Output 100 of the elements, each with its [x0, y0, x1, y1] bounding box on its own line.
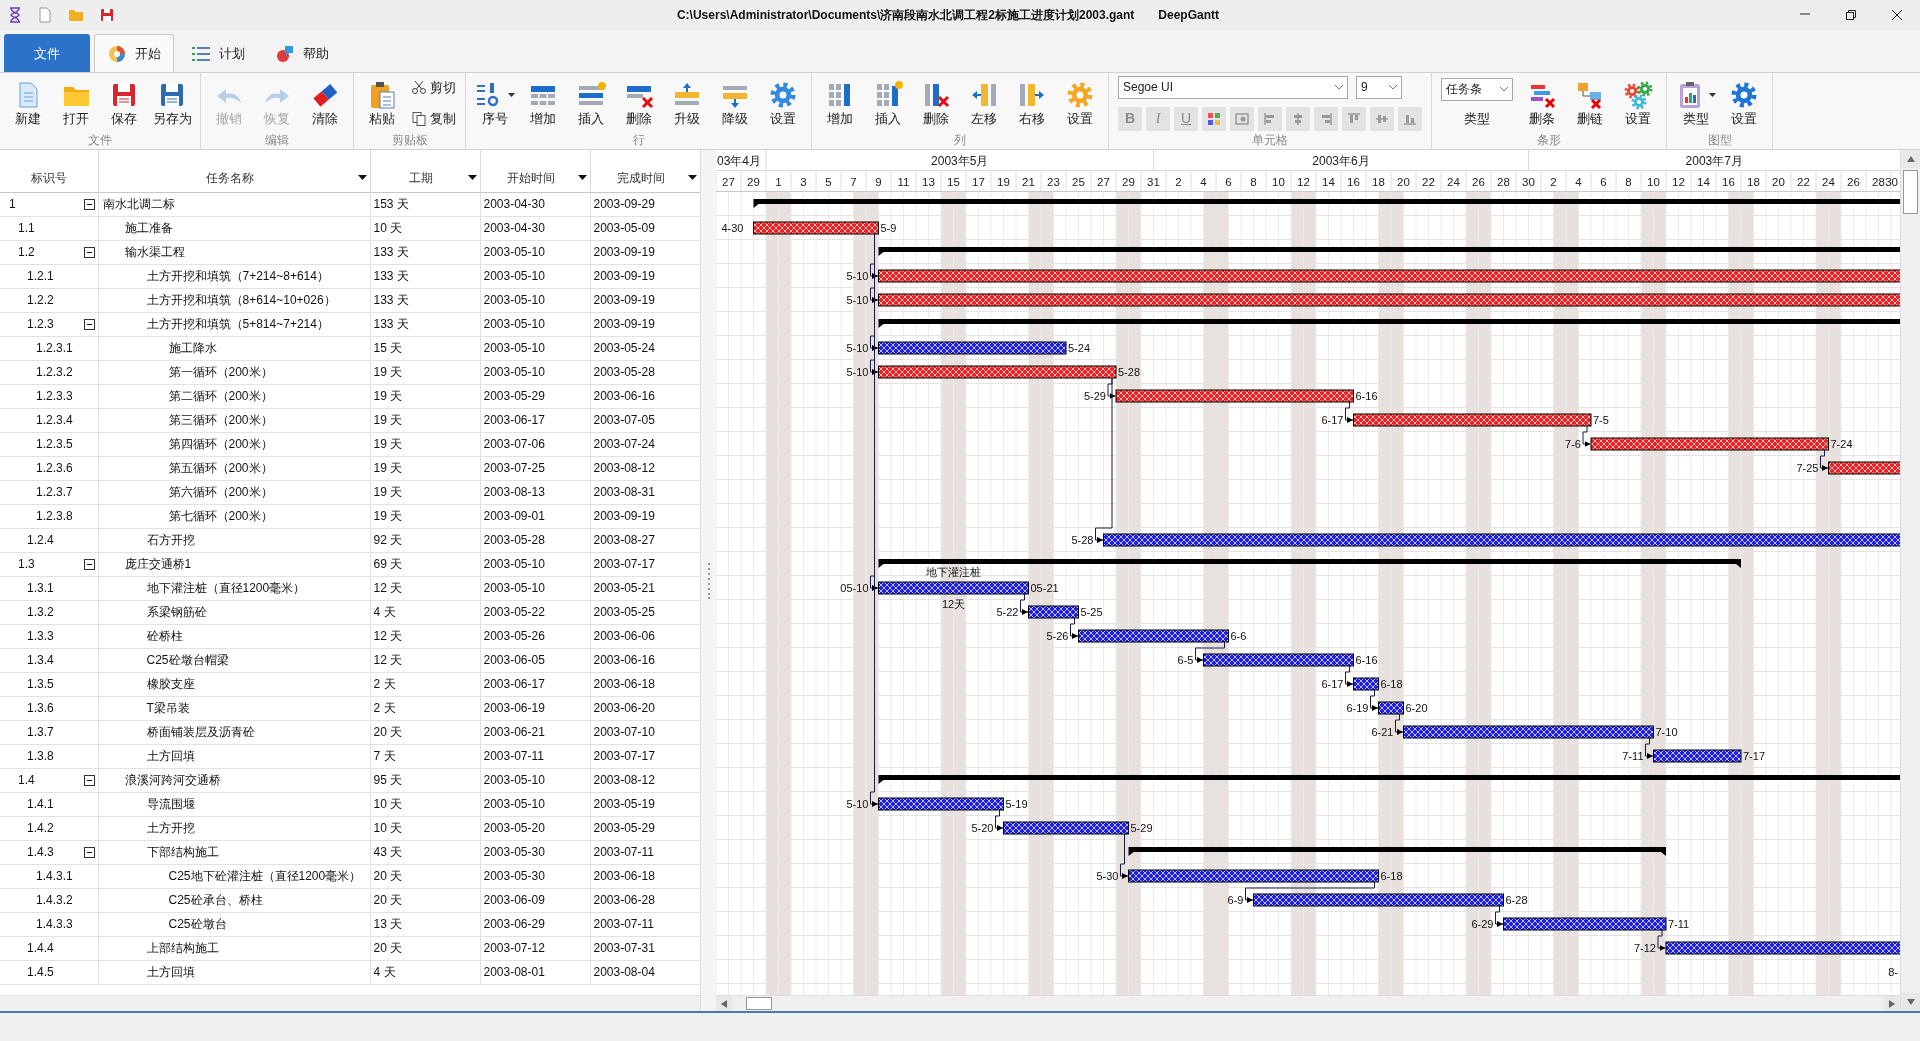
start-date: 2003-05-22: [480, 600, 590, 624]
bar-type-select[interactable]: 任务条: [1441, 77, 1513, 101]
task-id: 1.3.4: [26, 651, 54, 669]
group-label: 编辑: [264, 133, 290, 149]
task-name: 第六循环（200米）: [98, 480, 370, 504]
collapse-toggle[interactable]: [83, 246, 95, 258]
ribbon-button[interactable]: 设置: [760, 76, 806, 130]
task-name: 浪溪河跨河交通桥: [98, 768, 370, 792]
ribbon-button[interactable]: 删除: [616, 76, 662, 130]
font-select[interactable]: Segoe UI: [1118, 75, 1348, 99]
ribbon-button[interactable]: 插入: [568, 76, 614, 130]
ribbon-button[interactable]: 剪切: [407, 75, 460, 99]
ribbon-button[interactable]: 升级: [664, 76, 710, 130]
ribbon-button[interactable]: 增加: [520, 76, 566, 130]
task-name: 导流围堰: [98, 792, 370, 816]
ribbon-tab[interactable]: 帮助: [262, 34, 342, 72]
start-date: 2003-05-10: [480, 312, 590, 336]
task-id: 1.2.3.7: [35, 483, 73, 501]
scroll-left-button[interactable]: [716, 996, 732, 1011]
day-label: 22: [1797, 176, 1810, 188]
align-top-icon: [1347, 111, 1361, 126]
day-label: 28: [1497, 176, 1510, 188]
ribbon-button[interactable]: 降级: [712, 76, 758, 130]
align-right-icon: [1319, 111, 1333, 126]
scrollbar-thumb[interactable]: [746, 997, 772, 1010]
scroll-up-button[interactable]: [1901, 150, 1920, 168]
bar-date-label: 5-30: [1096, 870, 1119, 882]
task-name: 第三循环（200米）: [98, 408, 370, 432]
dropdown-arrow-icon[interactable]: [467, 175, 477, 180]
scroll-down-button[interactable]: [1901, 993, 1920, 1011]
day-label: 12: [1297, 176, 1310, 188]
day-label: 19: [997, 176, 1010, 188]
task-name: C25地下砼灌注桩（直径1200毫米）: [98, 864, 370, 888]
ribbon-button[interactable]: 插入: [865, 76, 911, 130]
collapse-toggle[interactable]: [83, 558, 95, 570]
bar-date-label: 7-12: [1633, 942, 1656, 954]
chevron-icon: [1388, 84, 1398, 90]
start-date: 2003-05-10: [480, 360, 590, 384]
bar-date-label: 7-25: [1796, 462, 1819, 474]
app-name: DeepGantt: [1158, 7, 1220, 24]
start-date: 2003-09-01: [480, 504, 590, 528]
ribbon-tab[interactable]: 文件: [4, 34, 90, 72]
day-label: 18: [1372, 176, 1385, 188]
ribbon-button[interactable]: 复制: [407, 107, 460, 131]
bar-date-label: 6-16: [1355, 654, 1378, 666]
bar-date-label: 05-10: [840, 582, 869, 594]
task-id: 1.4.3.3: [35, 915, 73, 933]
ribbon-button[interactable]: 删条: [1519, 76, 1565, 130]
ribbon-button[interactable]: 设置: [1721, 76, 1767, 130]
ribbon-button[interactable]: 新建: [5, 76, 51, 130]
collapse-toggle[interactable]: [83, 846, 95, 858]
ribbon-button[interactable]: 删除: [913, 76, 959, 130]
ribbon-button[interactable]: 清除: [302, 76, 348, 130]
ribbon-button[interactable]: 粘贴: [359, 76, 405, 130]
font-size-select[interactable]: 9: [1356, 75, 1402, 99]
ribbon-button[interactable]: 类型: [1672, 76, 1719, 130]
duration: 12 天: [370, 576, 480, 600]
column-header: 完成时间: [615, 169, 666, 187]
ribbon-button[interactable]: 左移: [961, 76, 1007, 130]
duration: 133 天: [370, 288, 480, 312]
day-label: 22: [1422, 176, 1435, 188]
day-label: 29: [747, 176, 760, 188]
start-date: 2003-05-10: [480, 240, 590, 264]
ribbon-tab[interactable]: 开始: [94, 34, 174, 72]
task-id: 1.2.3.5: [35, 435, 73, 453]
start-date: 2003-05-28: [480, 528, 590, 552]
group-label: 图型: [1706, 133, 1733, 149]
duration: 19 天: [370, 504, 480, 528]
ribbon-button[interactable]: 序号: [471, 76, 518, 130]
splitter-grip-icon[interactable]: [706, 562, 711, 599]
bar-date-label: 6-20: [1405, 702, 1428, 714]
dropdown-arrow-icon[interactable]: [687, 175, 697, 180]
duration: 4 天: [370, 600, 480, 624]
bar-date-label: 5-28: [1118, 366, 1141, 378]
bar-date-label: 7-17: [1743, 750, 1766, 762]
start-date: 2003-06-17: [480, 408, 590, 432]
bar-date-label: 5-24: [1068, 342, 1091, 354]
align-left-icon: [1263, 111, 1277, 126]
ribbon-button[interactable]: 设置: [1057, 76, 1103, 130]
ribbon-tab[interactable]: 计划: [178, 34, 258, 72]
start-date: 2003-05-10: [480, 336, 590, 360]
task-name: 土方回填: [98, 744, 370, 768]
collapse-toggle[interactable]: [83, 318, 95, 330]
ribbon-button[interactable]: 删链: [1567, 76, 1613, 130]
dropdown-arrow-icon[interactable]: [357, 175, 367, 180]
dropdown-arrow-icon[interactable]: [577, 175, 587, 180]
ribbon-button[interactable]: 设置: [1615, 76, 1661, 130]
ribbon-button[interactable]: 保存: [101, 76, 147, 130]
collapse-toggle[interactable]: [83, 198, 95, 210]
bar-date-label: 5-10: [846, 342, 869, 354]
ribbon-button[interactable]: 右移: [1009, 76, 1055, 130]
help-bubble-icon: [275, 43, 295, 64]
ribbon-button[interactable]: 另存为: [149, 76, 195, 130]
bar-date-label: 7-10: [1655, 726, 1678, 738]
ribbon-button[interactable]: 增加: [817, 76, 863, 130]
day-label: 28: [1872, 176, 1885, 188]
scrollbar-thumb[interactable]: [1903, 170, 1918, 214]
collapse-toggle[interactable]: [83, 774, 95, 786]
scroll-right-button[interactable]: [1884, 996, 1900, 1011]
ribbon-button[interactable]: 打开: [53, 76, 99, 130]
